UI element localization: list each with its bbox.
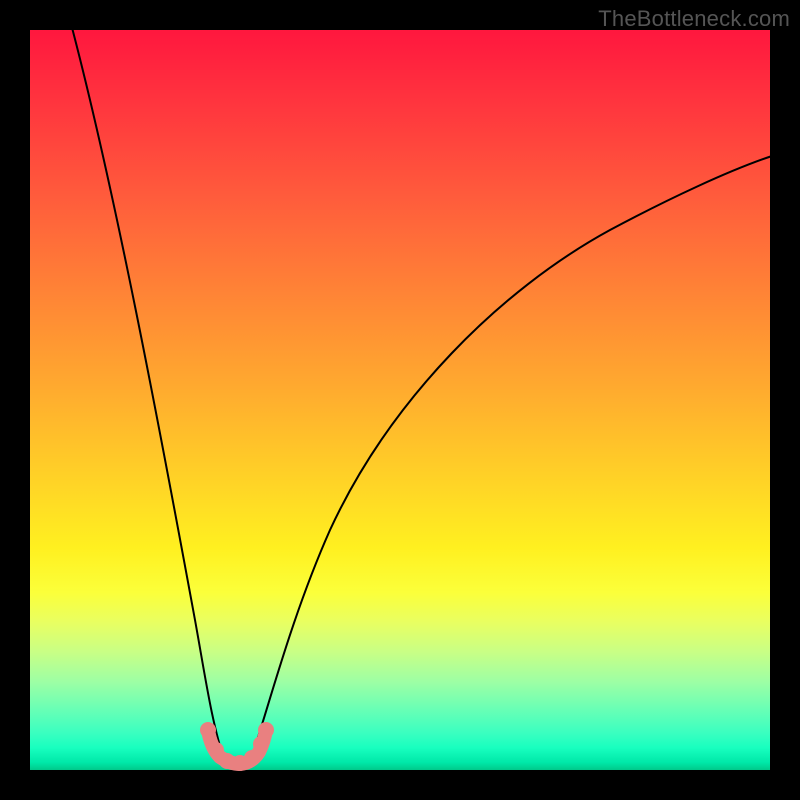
chart-svg: [30, 30, 770, 770]
marker-dot: [258, 722, 274, 738]
watermark-text: TheBottleneck.com: [598, 6, 790, 32]
marker-dot: [253, 736, 269, 752]
bottleneck-right-curve: [250, 156, 772, 762]
marker-dot: [244, 750, 260, 766]
marker-dot: [200, 722, 216, 738]
bottleneck-left-curve: [70, 20, 225, 762]
